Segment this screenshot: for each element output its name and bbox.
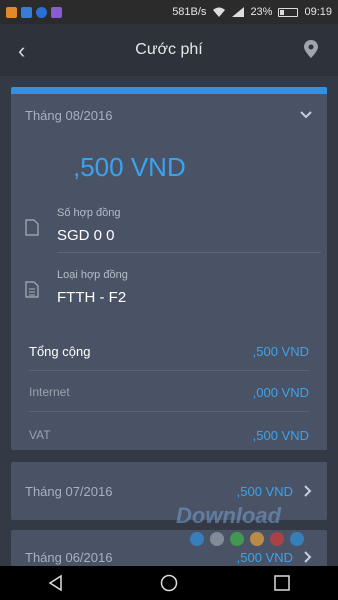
wifi-icon xyxy=(213,7,226,17)
divider xyxy=(57,252,321,253)
watermark-dot xyxy=(230,532,244,546)
internet-row: Internet ,000 VND xyxy=(29,376,309,412)
contract-number-label: Số hợp đồng xyxy=(57,207,121,219)
chevron-right-icon[interactable] xyxy=(303,484,313,498)
vat-label: VAT xyxy=(29,428,51,442)
bill-card-expanded[interactable]: Tháng 08/2016 ,500 VND Số hợp đồng SGD 0… xyxy=(11,87,327,450)
divider xyxy=(29,411,309,412)
notification-icons xyxy=(6,6,62,18)
battery-icon xyxy=(278,7,299,17)
watermark-dot xyxy=(210,532,224,546)
watermark-dot xyxy=(290,532,304,546)
network-speed: 581B/s xyxy=(172,6,207,18)
bill-month: Tháng 06/2016 xyxy=(25,550,113,565)
chat-notification-icon xyxy=(21,6,32,18)
contract-type-value: FTTH - F2 xyxy=(57,289,127,306)
status-bar: 581B/s 23% 09:19 xyxy=(0,0,338,24)
system-nav-bar xyxy=(0,566,338,600)
total-row: Tổng cộng ,500 VND xyxy=(29,335,309,371)
watermark-logo: Download xyxy=(176,503,282,528)
contract-number-value: SGD 0 0 xyxy=(57,227,115,244)
contract-type-label: Loại hợp đồng xyxy=(57,269,128,281)
document-icon xyxy=(25,219,39,236)
chevron-down-icon[interactable] xyxy=(299,108,313,122)
watermark-dot xyxy=(250,532,264,546)
bill-month-header[interactable]: Tháng 08/2016 xyxy=(11,94,327,136)
battery-percent: 23% xyxy=(250,6,273,18)
back-triangle-icon[interactable] xyxy=(46,573,66,593)
watermark-dot xyxy=(270,532,284,546)
divider xyxy=(29,370,309,371)
location-pin-icon[interactable] xyxy=(304,40,318,58)
home-circle-icon[interactable] xyxy=(159,573,179,593)
app-notification-icon xyxy=(6,6,17,18)
vat-value: ,500 VND xyxy=(252,427,309,443)
page-title: Cước phí xyxy=(135,41,203,58)
recents-square-icon[interactable] xyxy=(272,573,292,593)
total-value: ,500 VND xyxy=(252,343,309,359)
watermark-dot xyxy=(190,532,204,546)
signal-icon xyxy=(232,7,245,17)
bill-amount: ,500 VND xyxy=(236,483,293,499)
clock: 09:19 xyxy=(304,6,332,18)
watermark-dots xyxy=(190,532,304,546)
total-label: Tổng cộng xyxy=(29,343,91,359)
internet-label: Internet xyxy=(29,385,70,399)
bill-month: Tháng 07/2016 xyxy=(25,483,113,499)
facebook-notification-icon xyxy=(36,6,47,18)
chevron-right-icon[interactable] xyxy=(303,550,313,564)
bill-month: Tháng 08/2016 xyxy=(25,107,113,123)
bill-amount: ,500 VND xyxy=(73,152,186,182)
document-lines-icon xyxy=(25,281,39,298)
internet-value: ,000 VND xyxy=(252,384,309,400)
app2-notification-icon xyxy=(51,6,62,18)
back-arrow-icon[interactable]: ‹ xyxy=(18,38,25,64)
bill-amount: ,500 VND xyxy=(236,550,293,565)
vat-row: VAT ,500 VND xyxy=(29,419,309,451)
app-header: ‹ Cước phí xyxy=(0,24,338,76)
